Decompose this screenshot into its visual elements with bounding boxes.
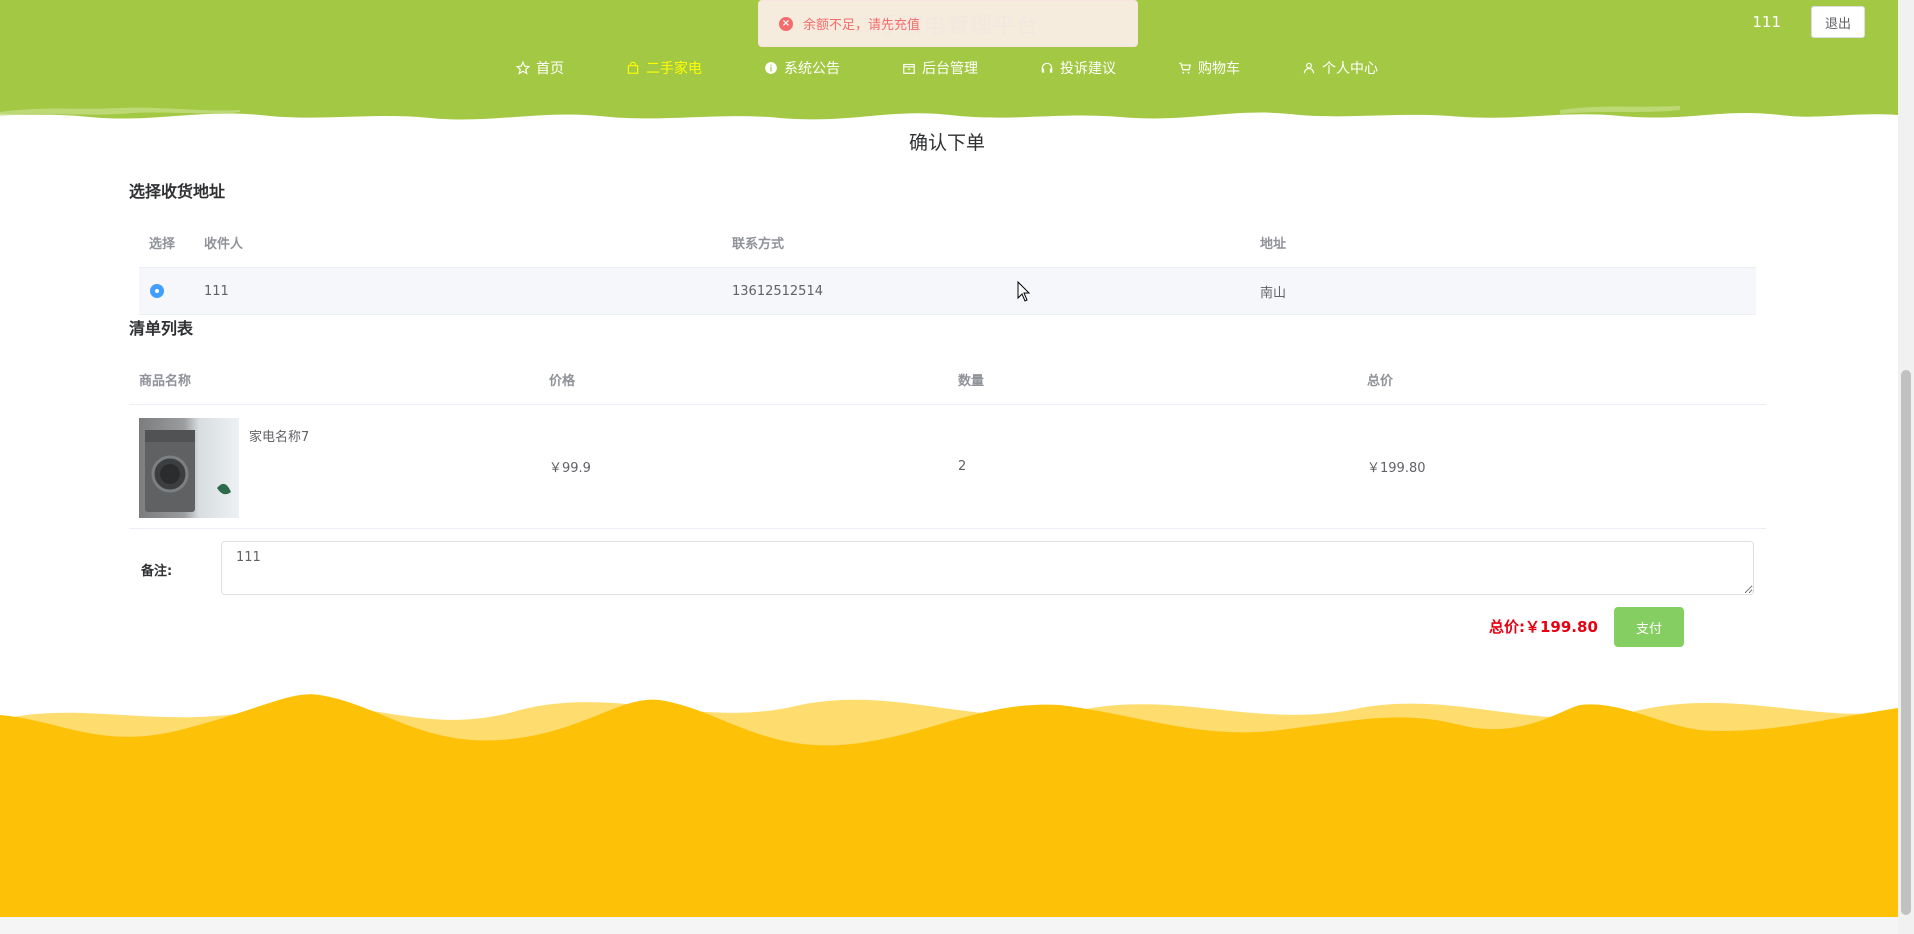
select-cell [139,284,194,298]
recipient-cell: 111 [204,283,229,299]
total-label: 总价: [1489,618,1525,636]
column-header: 商品名称 [139,374,192,389]
username-label: 111 [1752,13,1781,31]
pay-button[interactable]: 支付 [1614,607,1684,647]
mouse-cursor-icon [1017,281,1031,302]
nav-item-label: 个人中心 [1322,61,1378,77]
subtotal-cell: ￥199.80 [1367,461,1426,476]
error-circle-icon: × [779,16,793,31]
washing-machine-icon [145,429,231,512]
address-radio[interactable] [150,284,164,298]
logout-button[interactable]: 退出 [1811,6,1865,38]
nav-item-label: 首页 [536,61,564,77]
order-item-row: 家电名称7 ￥99.9 2 ￥199.80 [129,405,1766,529]
column-header: 选择 [149,237,176,252]
page-title: 确认下单 [908,132,985,154]
nav-item-home[interactable]: 首页 [485,58,595,78]
address-table: 选择 收件人 联系方式 地址 111 13612512514 南山 [139,218,1756,315]
remark-textarea[interactable] [221,541,1754,595]
order-total: 总价:￥199.80 [1489,616,1598,637]
remark-label: 备注: [141,564,173,579]
list-section-title: 清单列表 [129,319,194,338]
footer-wave-decoration [0,694,1898,917]
nav-item-second-hand[interactable]: 二手家电 [595,58,733,78]
nav-item-profile[interactable]: 个人中心 [1271,58,1409,78]
product-cell: 家电名称7 [129,416,539,518]
address-table-header: 选择 收件人 联系方式 地址 [139,218,1756,268]
quantity-cell: 2 [958,459,967,474]
nav-item-cart[interactable]: 购物车 [1147,58,1271,78]
column-header: 总价 [1367,374,1394,389]
scrollbar-thumb[interactable] [1901,370,1911,915]
address-row[interactable]: 111 13612512514 南山 [139,268,1756,315]
order-items-table: 商品名称 价格 数量 总价 家电名称7 ￥99.9 2 ￥199.80 [129,355,1766,529]
info-circle-icon [765,62,777,74]
bag-icon [627,61,639,74]
column-header: 价格 [549,374,576,389]
toast-message: 余额不足，请先充值 [803,18,921,33]
price-cell: ￥99.9 [549,461,591,476]
user-icon [1303,62,1315,74]
main-nav: 首页 二手家电 系统公告 后台管理 投诉建议 购物车 个人中心 [0,58,1894,78]
star-icon [516,61,530,75]
cart-icon [1179,62,1191,74]
nav-item-label: 后台管理 [922,61,978,77]
total-amount: ￥199.80 [1525,618,1598,636]
column-header: 数量 [958,374,985,389]
headset-icon [1041,62,1053,73]
phone-cell: 13612512514 [732,283,823,299]
product-image[interactable] [139,417,239,518]
nav-item-label: 系统公告 [784,61,840,77]
error-toast: × 余额不足，请先充值 [758,0,1138,47]
nav-item-label: 投诉建议 [1060,61,1116,77]
nav-item-label: 二手家电 [646,61,702,77]
address-section-title: 选择收货地址 [129,182,226,201]
column-header: 地址 [1260,237,1287,252]
product-name[interactable]: 家电名称7 [249,418,309,445]
nav-item-label: 购物车 [1198,61,1240,77]
order-table-header: 商品名称 价格 数量 总价 [129,355,1766,405]
bottom-strip [0,917,1898,934]
address-cell: 南山 [1260,285,1287,301]
page: 二手家电管理平台 首页 二手家电 系统公告 后台管理 投诉建议 [0,0,1914,934]
column-header: 联系方式 [732,237,785,252]
column-header: 收件人 [204,237,244,252]
nav-item-announcements[interactable]: 系统公告 [733,58,871,78]
nav-item-complaints[interactable]: 投诉建议 [1009,58,1147,78]
nav-item-admin[interactable]: 后台管理 [871,58,1009,78]
box-icon [903,63,915,74]
page-scrollbar[interactable] [1898,0,1914,934]
